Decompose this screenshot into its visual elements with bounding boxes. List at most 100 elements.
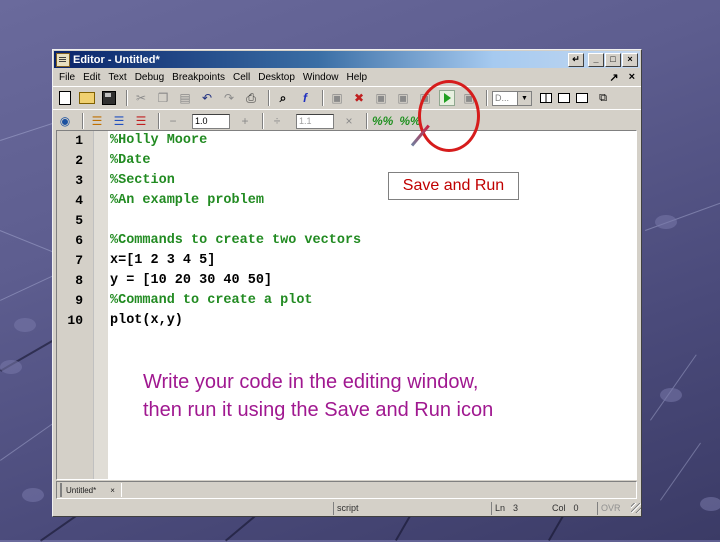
document-tab-label: Untitled* xyxy=(66,485,97,495)
document-tab-bar: Untitled* × xyxy=(56,481,637,499)
code-lines[interactable]: %Holly Moore %Date %Section %An example pro… xyxy=(108,131,361,479)
status-mode: script xyxy=(333,501,491,515)
breakpoint-gutter[interactable] xyxy=(94,131,108,479)
line-number: 9 xyxy=(75,293,83,308)
line-number: 8 xyxy=(75,273,83,288)
resize-grip-icon[interactable] xyxy=(631,503,641,513)
background-line xyxy=(225,514,257,542)
undo-icon[interactable]: ↶ xyxy=(198,89,216,107)
minimize-button[interactable]: _ xyxy=(588,52,604,67)
layout-maximize-icon[interactable] xyxy=(576,93,588,103)
undock-button[interactable]: ↵ xyxy=(568,52,584,67)
background-node xyxy=(22,488,44,502)
code-line[interactable]: plot(x,y) xyxy=(110,311,361,331)
background-line xyxy=(548,514,565,541)
status-mode-text: script xyxy=(337,503,359,513)
menu-file[interactable]: File xyxy=(56,72,80,83)
close-button[interactable]: × xyxy=(622,52,638,67)
highlight-circle xyxy=(418,80,480,152)
line-value: 3 xyxy=(513,503,519,513)
evaluate-cell-icon[interactable]: ☰ xyxy=(110,112,128,130)
tab-close-icon[interactable]: × xyxy=(110,486,115,495)
line-number: 2 xyxy=(75,153,83,168)
insert-cell-icon[interactable]: ☰ xyxy=(88,112,106,130)
globe-icon[interactable]: ◉ xyxy=(56,112,74,130)
line-number: 7 xyxy=(75,253,83,268)
background-line xyxy=(0,419,58,461)
code-line[interactable] xyxy=(110,211,361,231)
toolbar-separator xyxy=(158,113,160,129)
print-icon[interactable]: ⎙ xyxy=(242,89,260,107)
main-toolbar: ✂ ❐ ▤ ↶ ↷ ⎙ ⌕ f ▣ ✖ ▣ ▣ ▣ ▣ D... ▼ ⧉ xyxy=(53,86,641,109)
code-line[interactable]: %An example problem xyxy=(110,191,361,211)
save-icon[interactable] xyxy=(100,89,118,107)
menubar-doc-controls: ↗ × xyxy=(609,71,635,84)
paste-icon[interactable]: ▤ xyxy=(176,89,194,107)
background-line xyxy=(660,442,701,501)
set-breakpoint-icon[interactable]: ▣ xyxy=(328,89,346,107)
cell-toolbar: ◉ ☰ ☰ ☰ − 1.0 + ÷ 1.1 × %% %% xyxy=(53,109,641,132)
chevron-down-icon[interactable]: ▼ xyxy=(517,91,531,105)
menu-help[interactable]: Help xyxy=(343,72,372,83)
menu-window[interactable]: Window xyxy=(300,72,344,83)
menu-text[interactable]: Text xyxy=(105,72,131,83)
title-bar[interactable]: Editor - Untitled* ↵ _ □ × xyxy=(54,51,640,68)
code-line[interactable]: %Commands to create two vectors xyxy=(110,231,361,251)
divisor-value-field[interactable]: 1.1 xyxy=(296,113,334,129)
increment-value-field[interactable]: 1.0 xyxy=(192,113,230,129)
code-line[interactable]: %Holly Moore xyxy=(110,131,361,151)
clear-breakpoints-icon[interactable]: ✖ xyxy=(350,89,368,107)
menu-debug[interactable]: Debug xyxy=(132,72,169,83)
open-folder-icon[interactable] xyxy=(78,89,96,107)
redo-icon[interactable]: ↷ xyxy=(220,89,238,107)
line-number: 10 xyxy=(67,313,83,328)
toolbar-separator xyxy=(268,90,270,106)
menu-bar: File Edit Text Debug Breakpoints Cell De… xyxy=(53,69,641,86)
code-editor[interactable]: 1 2 3 4 5 6 7 8 9 10 %Holly Moore %Date %Section %An… xyxy=(56,130,637,480)
toolbar-separator xyxy=(126,90,128,106)
code-line[interactable]: %Date xyxy=(110,151,361,171)
increment-button[interactable]: + xyxy=(236,112,254,130)
function-icon[interactable]: f xyxy=(296,89,314,107)
status-column: Col 0 xyxy=(549,502,597,515)
menu-cell[interactable]: Cell xyxy=(230,72,255,83)
step-in-icon[interactable]: ▣ xyxy=(394,89,412,107)
editor-app-icon xyxy=(56,52,70,67)
decrement-button[interactable]: − xyxy=(164,112,182,130)
code-line[interactable]: %Section xyxy=(110,171,361,191)
step-icon[interactable]: ▣ xyxy=(372,89,390,107)
toolbar-separator xyxy=(366,113,368,129)
layout-float-icon[interactable]: ⧉ xyxy=(594,89,612,107)
new-file-icon[interactable] xyxy=(56,89,74,107)
document-tab[interactable]: Untitled* × xyxy=(60,483,122,497)
cell-mode-icon[interactable]: %% xyxy=(372,114,393,128)
menu-edit[interactable]: Edit xyxy=(80,72,105,83)
close-document-icon[interactable]: × xyxy=(629,71,635,84)
window-controls: ↵ _ □ × xyxy=(568,52,638,67)
line-label: Ln xyxy=(495,503,506,513)
code-line[interactable]: x=[1 2 3 4 5] xyxy=(110,251,361,271)
maximize-button[interactable]: □ xyxy=(605,52,621,67)
cut-icon[interactable]: ✂ xyxy=(132,89,150,107)
code-line[interactable]: y = [10 20 30 40 50] xyxy=(110,271,361,291)
layout-split-icon[interactable] xyxy=(540,93,552,103)
line-number: 1 xyxy=(75,133,83,148)
undock-document-icon[interactable]: ↗ xyxy=(609,71,618,84)
caption-line-1: Write your code in the editing window, xyxy=(143,371,479,393)
toolbar-separator xyxy=(322,90,324,106)
menu-desktop[interactable]: Desktop xyxy=(255,72,300,83)
find-icon[interactable]: ⌕ xyxy=(274,89,292,107)
toolbar-separator xyxy=(82,113,84,129)
multiply-button[interactable]: × xyxy=(340,112,358,130)
overwrite-indicator: OVR xyxy=(601,503,621,513)
divide-button[interactable]: ÷ xyxy=(268,112,286,130)
menu-breakpoints[interactable]: Breakpoints xyxy=(169,72,230,83)
line-number: 6 xyxy=(75,233,83,248)
copy-icon[interactable]: ❐ xyxy=(154,89,172,107)
code-line[interactable]: %Command to create a plot xyxy=(110,291,361,311)
evaluate-advance-icon[interactable]: ☰ xyxy=(132,112,150,130)
background-node xyxy=(14,318,36,332)
stack-combo[interactable]: D... ▼ xyxy=(492,90,532,106)
stack-combo-value: D... xyxy=(495,93,510,103)
layout-single-icon[interactable] xyxy=(558,93,570,103)
